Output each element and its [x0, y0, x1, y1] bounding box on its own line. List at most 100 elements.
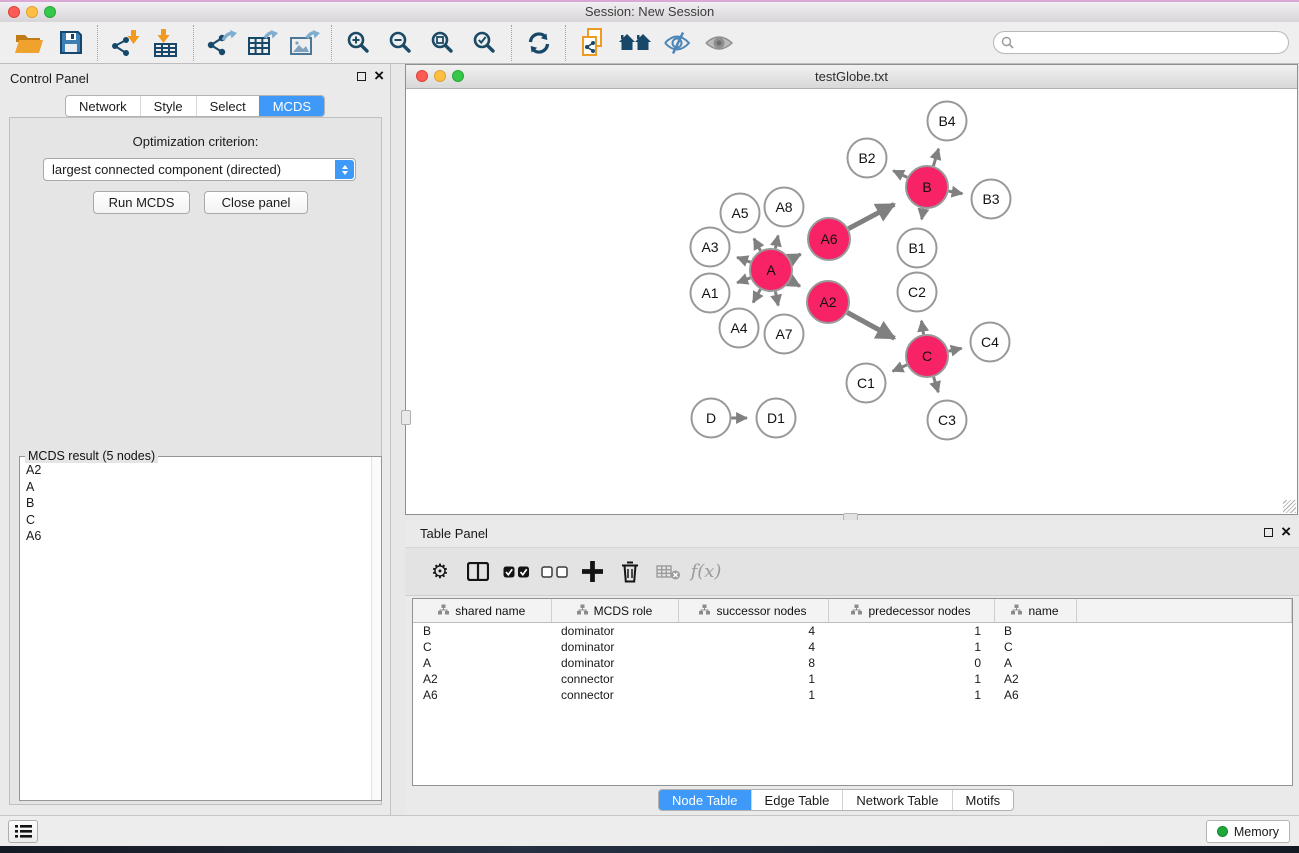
- table-cell[interactable]: connector: [551, 671, 678, 687]
- network-graph[interactable]: B4B2BB3B1A5A8A6A3AA1C2A4A7A2C4CC1C3DD1: [406, 89, 1297, 515]
- graph-edge-A-A8[interactable]: [775, 236, 778, 249]
- table-settings-icon[interactable]: ⚙: [421, 554, 459, 590]
- memory-button[interactable]: Memory: [1206, 820, 1290, 843]
- table-row[interactable]: A6connector11A6: [413, 687, 1292, 703]
- select-all-checkboxes-icon[interactable]: [497, 554, 535, 590]
- optimization-criterion-select[interactable]: largest connected component (directed): [43, 158, 356, 181]
- zoom-selected-icon[interactable]: [464, 25, 506, 61]
- tab-style[interactable]: Style: [140, 96, 196, 116]
- graph-edge-C-C4[interactable]: [949, 348, 962, 351]
- table-cell[interactable]: 1: [828, 639, 994, 655]
- delete-table-icon[interactable]: [649, 554, 687, 590]
- table-cell[interactable]: A6: [413, 687, 551, 703]
- export-network-icon[interactable]: [200, 25, 242, 61]
- mcds-result-item[interactable]: A: [26, 479, 366, 496]
- graph-edge-C-C2[interactable]: [922, 321, 924, 335]
- deselect-all-checkboxes-icon[interactable]: [535, 554, 573, 590]
- table-cell[interactable]: 1: [828, 671, 994, 687]
- window-resize-grip[interactable]: [1283, 500, 1296, 513]
- graph-edge-A-A1[interactable]: [737, 278, 750, 283]
- delete-column-icon[interactable]: [611, 554, 649, 590]
- refresh-icon[interactable]: [518, 25, 560, 61]
- table-row[interactable]: Cdominator41C: [413, 639, 1292, 655]
- graph-edge-A-A6[interactable]: [790, 254, 800, 259]
- tab-edge-table[interactable]: Edge Table: [751, 790, 843, 810]
- copy-current-view-icon[interactable]: [572, 25, 614, 61]
- column-header[interactable]: predecessor nodes: [828, 599, 994, 623]
- column-header[interactable]: successor nodes: [678, 599, 828, 623]
- graph-edge-A2-C[interactable]: [847, 313, 894, 339]
- close-panel-icon[interactable]: ×: [374, 70, 384, 82]
- search-box[interactable]: [993, 31, 1289, 54]
- table-cell[interactable]: A2: [994, 671, 1076, 687]
- table-cell[interactable]: dominator: [551, 639, 678, 655]
- table-cell[interactable]: 1: [828, 687, 994, 703]
- tab-select[interactable]: Select: [196, 96, 259, 116]
- hide-graphics-details-icon[interactable]: [656, 25, 698, 61]
- panel-splitter-grip[interactable]: [401, 410, 411, 425]
- table-cell[interactable]: dominator: [551, 623, 678, 640]
- table-cell[interactable]: A2: [413, 671, 551, 687]
- table-row[interactable]: A2connector11A2: [413, 671, 1292, 687]
- home-icon[interactable]: [614, 25, 656, 61]
- graph-edge-A-A7[interactable]: [775, 292, 778, 306]
- mcds-result-list[interactable]: A2ABCA6: [21, 458, 371, 799]
- table-row[interactable]: Adominator80A: [413, 655, 1292, 671]
- table-row[interactable]: Bdominator41B: [413, 623, 1292, 640]
- graph-edge-C-C3[interactable]: [934, 377, 939, 392]
- table-cell[interactable]: connector: [551, 687, 678, 703]
- column-header[interactable]: name: [994, 599, 1076, 623]
- table-cell[interactable]: C: [413, 639, 551, 655]
- table-cell[interactable]: 1: [828, 623, 994, 640]
- add-column-icon[interactable]: [573, 554, 611, 590]
- table-cell[interactable]: 1: [678, 687, 828, 703]
- birds-eye-view-icon[interactable]: [698, 25, 740, 61]
- graph-edge-A-A4[interactable]: [753, 289, 760, 302]
- table-cell[interactable]: C: [994, 639, 1076, 655]
- graph-edge-B-B1[interactable]: [922, 209, 924, 220]
- open-session-icon[interactable]: [8, 25, 50, 61]
- column-header[interactable]: MCDS role: [551, 599, 678, 623]
- tab-node-table[interactable]: Node Table: [659, 790, 751, 810]
- table-cell[interactable]: 8: [678, 655, 828, 671]
- zoom-fit-icon[interactable]: [422, 25, 464, 61]
- table-cell[interactable]: 0: [828, 655, 994, 671]
- column-header[interactable]: shared name: [413, 599, 551, 623]
- mcds-result-scrollbar[interactable]: [371, 457, 381, 800]
- tab-network-table[interactable]: Network Table: [842, 790, 951, 810]
- graph-edge-B-B2[interactable]: [893, 171, 907, 178]
- table-cell[interactable]: A: [413, 655, 551, 671]
- table-cell[interactable]: dominator: [551, 655, 678, 671]
- zoom-out-icon[interactable]: [380, 25, 422, 61]
- task-history-icon[interactable]: [8, 820, 38, 843]
- zoom-in-icon[interactable]: [338, 25, 380, 61]
- float-panel-icon[interactable]: [357, 72, 366, 81]
- graph-edge-A-A2[interactable]: [790, 281, 800, 286]
- mcds-result-item[interactable]: A6: [26, 528, 366, 545]
- float-table-panel-icon[interactable]: [1264, 528, 1273, 537]
- table-cell[interactable]: A: [994, 655, 1076, 671]
- export-table-icon[interactable]: [242, 25, 284, 61]
- table-cell[interactable]: 4: [678, 623, 828, 640]
- table-cell[interactable]: 1: [678, 671, 828, 687]
- mcds-result-item[interactable]: B: [26, 495, 366, 512]
- mcds-result-item[interactable]: A2: [26, 462, 366, 479]
- import-table-icon[interactable]: [146, 25, 188, 61]
- export-image-icon[interactable]: [284, 25, 326, 61]
- graph-edge-B-B4[interactable]: [933, 149, 938, 166]
- table-cell[interactable]: B: [994, 623, 1076, 640]
- import-network-icon[interactable]: [104, 25, 146, 61]
- graph-edge-A-A5[interactable]: [754, 239, 761, 251]
- split-view-icon[interactable]: [459, 554, 497, 590]
- close-panel-button[interactable]: Close panel: [204, 191, 308, 214]
- run-mcds-button[interactable]: Run MCDS: [93, 191, 190, 214]
- graph-edge-A-A3[interactable]: [737, 257, 750, 262]
- graph-edge-A6-B[interactable]: [848, 204, 894, 228]
- mcds-result-item[interactable]: C: [26, 512, 366, 529]
- function-builder-icon[interactable]: f(x): [687, 554, 725, 590]
- table-cell[interactable]: 4: [678, 639, 828, 655]
- tab-motifs[interactable]: Motifs: [952, 790, 1014, 810]
- tab-mcds[interactable]: MCDS: [259, 96, 324, 116]
- search-input[interactable]: [1014, 35, 1268, 51]
- tab-network[interactable]: Network: [66, 96, 140, 116]
